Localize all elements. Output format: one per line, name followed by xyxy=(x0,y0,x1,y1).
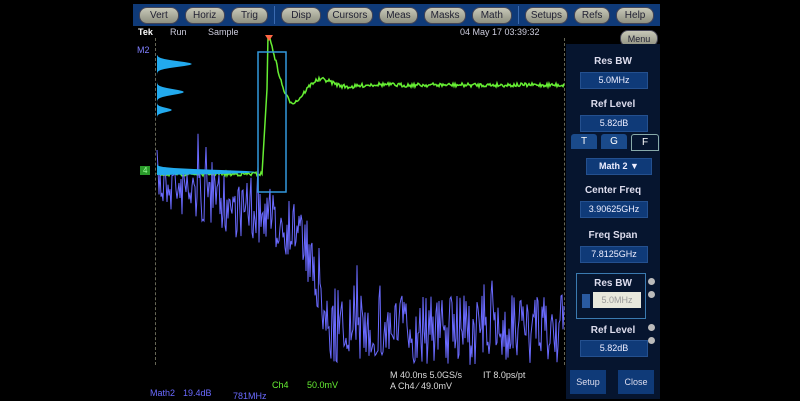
res-bw-input[interactable]: 5.0MHz xyxy=(593,292,641,308)
res-bw-label: Res BW xyxy=(594,56,632,67)
timebase-readout: M 40.0ns 5.0GS/s xyxy=(390,370,463,380)
trigger-position-marker xyxy=(265,35,273,41)
freq-span-value[interactable]: 7.8125GHz xyxy=(580,246,648,263)
ch4-scale: 50.0mV xyxy=(307,380,339,390)
res-bw-label-2: Res BW xyxy=(594,278,632,289)
math2-marker: M2 xyxy=(137,45,150,55)
center-freq-label: Center Freq xyxy=(584,185,642,196)
trigger-readout: A Ch4 ⁄ 49.0mV xyxy=(390,381,453,391)
math2-label: Math2 xyxy=(150,388,176,398)
spectral-panel: Res BW 5.0MHz Ref Level 5.82dB T G F Mat… xyxy=(566,44,660,399)
interp-readout: IT 8.0ps/pt xyxy=(483,370,526,380)
ref-level-label: Ref Level xyxy=(590,99,636,110)
tab-f[interactable]: F xyxy=(631,134,659,151)
source-dropdown[interactable]: Math 2 ▼ xyxy=(586,158,652,175)
knob-d-icon xyxy=(648,337,655,344)
ref-level-value-2[interactable]: 5.82dB xyxy=(580,340,648,357)
ch4-label: Ch4 xyxy=(272,380,289,390)
freq-span-label: Freq Span xyxy=(588,230,638,241)
setup-button[interactable]: Setup xyxy=(570,370,606,394)
res-bw-value[interactable]: 5.0MHz xyxy=(580,72,648,89)
waveform-display xyxy=(156,35,565,365)
math2-spectrum-trace xyxy=(156,133,565,365)
ch4-marker: 4 xyxy=(140,166,151,175)
keypad-icon[interactable] xyxy=(582,294,590,308)
math2-scale: 19.4dB xyxy=(183,388,212,398)
ref-level-label-2: Ref Level xyxy=(590,325,636,336)
knob-c-icon xyxy=(648,324,655,331)
close-button[interactable]: Close xyxy=(618,370,654,394)
tab-t[interactable]: T xyxy=(571,134,597,149)
ch4-trace xyxy=(156,35,565,179)
histogram xyxy=(157,55,257,175)
center-freq-value[interactable]: 3.90625GHz xyxy=(580,201,648,218)
ref-level-value[interactable]: 5.82dB xyxy=(580,115,648,132)
knob-a-icon xyxy=(648,278,655,285)
tab-g[interactable]: G xyxy=(601,134,627,149)
knob-b-icon xyxy=(648,291,655,298)
